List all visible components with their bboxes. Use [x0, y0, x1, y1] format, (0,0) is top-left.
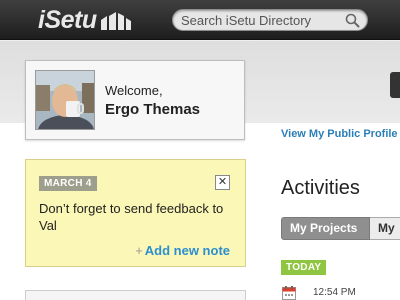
tab-my-projects[interactable]: My Projects	[281, 217, 370, 240]
logo-building-icon	[100, 12, 131, 30]
next-card	[25, 290, 246, 300]
activity-time: 12:54 PM	[313, 287, 356, 298]
search-input[interactable]	[181, 12, 343, 29]
close-icon[interactable]: ✕	[215, 175, 230, 190]
plus-icon: +	[135, 243, 143, 258]
calendar-icon	[282, 286, 296, 300]
tab-my[interactable]: My	[370, 217, 400, 240]
view-public-profile-link[interactable]: View My Public Profile	[281, 128, 398, 140]
user-name: Ergo Themas	[105, 101, 201, 118]
note-text: Don’t forget to send feedback to Val	[39, 201, 224, 233]
profile-card: Welcome, Ergo Themas	[25, 60, 245, 140]
top-bar: iSetu	[0, 0, 400, 40]
add-new-note-button[interactable]: + Add new note	[135, 243, 230, 258]
activities-heading: Activities	[281, 177, 360, 199]
welcome-label: Welcome,	[105, 83, 163, 98]
band-action-button[interactable]	[390, 72, 400, 98]
avatar[interactable]	[35, 70, 95, 130]
search-box	[172, 9, 368, 31]
logo-text: iSetu	[38, 5, 97, 34]
search-icon[interactable]	[345, 13, 360, 28]
note-date-badge: MARCH 4	[39, 176, 97, 191]
isetu-logo[interactable]: iSetu	[38, 6, 131, 34]
sticky-note: MARCH 4 ✕ Don’t forget to send feedback …	[25, 159, 246, 267]
avatar-photo	[36, 71, 94, 129]
add-new-note-label: Add new note	[144, 243, 230, 258]
today-badge: TODAY	[281, 260, 327, 275]
